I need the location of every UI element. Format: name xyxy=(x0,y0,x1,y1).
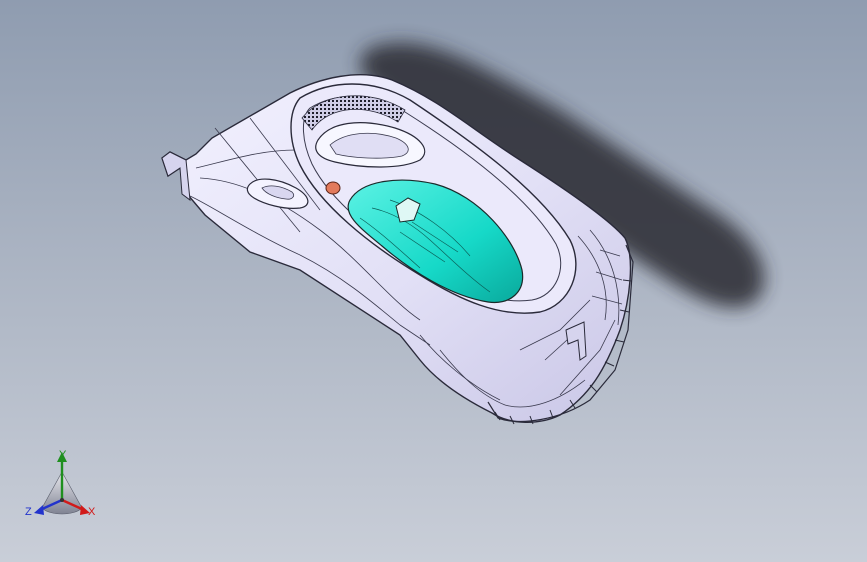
z-axis-label: Z xyxy=(25,506,32,518)
y-axis-label: Y xyxy=(59,449,67,461)
z-axis-arrow xyxy=(34,505,44,515)
lock-button[interactable] xyxy=(325,181,341,195)
triad-origin xyxy=(60,498,64,502)
x-axis-label: X xyxy=(88,506,96,518)
graphics-viewport[interactable]: Y X Z xyxy=(0,0,867,562)
coordinate-triad: Y X Z xyxy=(22,446,108,526)
model-scene[interactable] xyxy=(0,0,867,562)
